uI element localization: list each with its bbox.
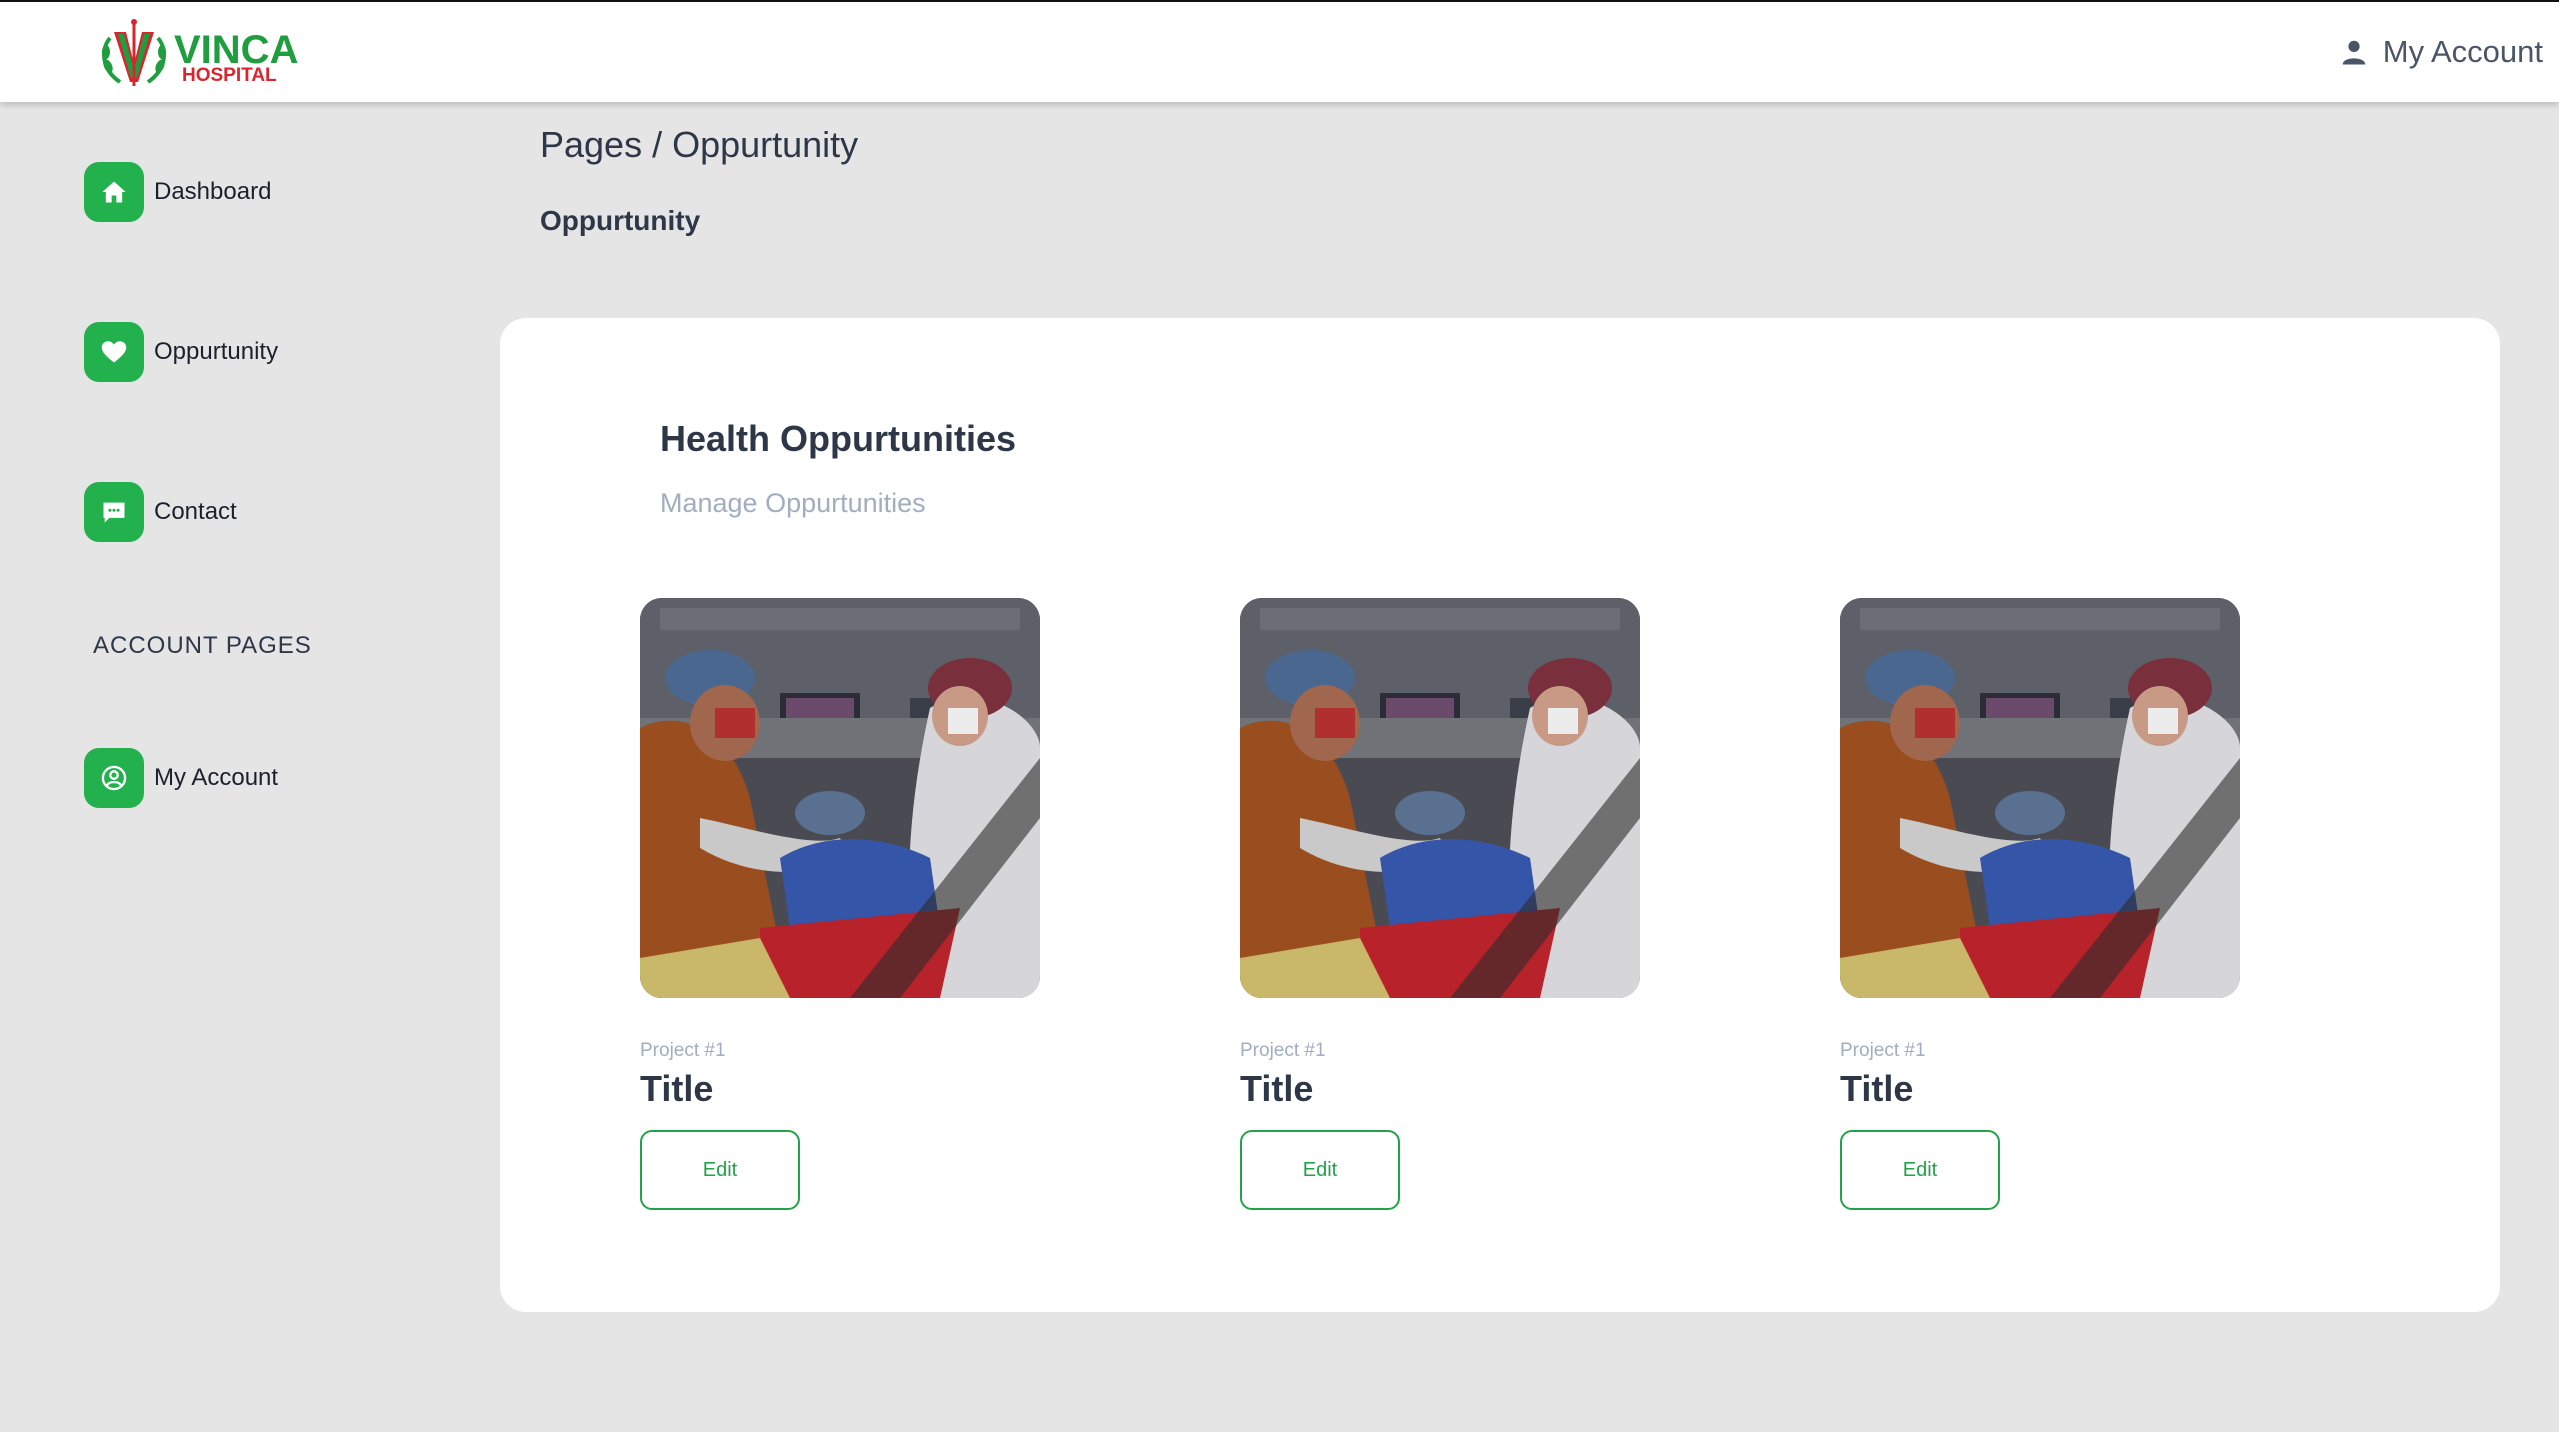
heart-icon	[101, 341, 127, 363]
project-tag: Project #1	[640, 1040, 726, 1061]
account-pages-heading: ACCOUNT PAGES	[93, 632, 312, 659]
sidebar: Dashboard Oppurtunity Contact ACCOUNT PA…	[0, 102, 480, 1432]
top-bar: VINCA HOSPITAL My Account	[0, 0, 2559, 102]
project-title: Title	[1240, 1068, 1314, 1109]
card-subtitle: Manage Oppurtunities	[660, 488, 926, 518]
logo-mark-icon	[102, 19, 166, 86]
opportunities-card: Health Oppurtunities Manage Oppurtunitie…	[500, 318, 2500, 1312]
edit-button[interactable]: Edit	[1240, 1130, 1400, 1210]
heart-icon-badge	[84, 322, 144, 382]
chat-icon-badge	[84, 482, 144, 542]
project-card: Project #1 Title Edit	[640, 598, 1040, 1210]
edit-button[interactable]: Edit	[1840, 1130, 2000, 1210]
project-image[interactable]	[1840, 598, 2240, 998]
project-image[interactable]	[1240, 598, 1640, 998]
breadcrumb: Pages / Oppurtunity	[540, 124, 859, 165]
sidebar-item-label: Contact	[154, 498, 237, 525]
top-account-link[interactable]: My Account	[2339, 30, 2543, 74]
page-title: Oppurtunity	[540, 205, 701, 236]
project-title: Title	[1840, 1068, 1914, 1109]
sidebar-item-label: Dashboard	[154, 178, 272, 205]
project-card: Project #1 Title Edit	[1240, 598, 1640, 1210]
card-title: Health Oppurtunities	[660, 418, 1017, 459]
user-circle-icon	[101, 765, 127, 791]
sidebar-item-label: My Account	[154, 764, 279, 791]
logo-subname: HOSPITAL	[182, 65, 277, 86]
sidebar-item-my-account[interactable]: My Account	[84, 748, 278, 808]
project-tag: Project #1	[1240, 1040, 1326, 1061]
project-tag: Project #1	[1840, 1040, 1926, 1061]
edit-button[interactable]: Edit	[640, 1130, 800, 1210]
project-title: Title	[640, 1068, 714, 1109]
project-card: Project #1 Title Edit	[1840, 598, 2240, 1210]
person-icon	[2342, 40, 2365, 65]
top-account-label: My Account	[2382, 34, 2543, 69]
user-circle-icon-badge	[84, 748, 144, 808]
project-image[interactable]	[640, 598, 1040, 998]
chat-icon	[103, 502, 125, 523]
logo-wordmark: VINCA HOSPITAL	[174, 18, 314, 90]
home-icon-badge	[84, 162, 144, 222]
sidebar-item-label: Oppurtunity	[154, 338, 279, 365]
sidebar-item-contact[interactable]: Contact	[84, 482, 237, 542]
hospital-logo[interactable]: VINCA HOSPITAL	[96, 18, 316, 90]
home-icon	[102, 181, 126, 203]
logo-name: VINCA	[174, 28, 299, 72]
sidebar-item-oppurtunity[interactable]: Oppurtunity	[84, 322, 278, 382]
sidebar-item-dashboard[interactable]: Dashboard	[84, 162, 271, 222]
